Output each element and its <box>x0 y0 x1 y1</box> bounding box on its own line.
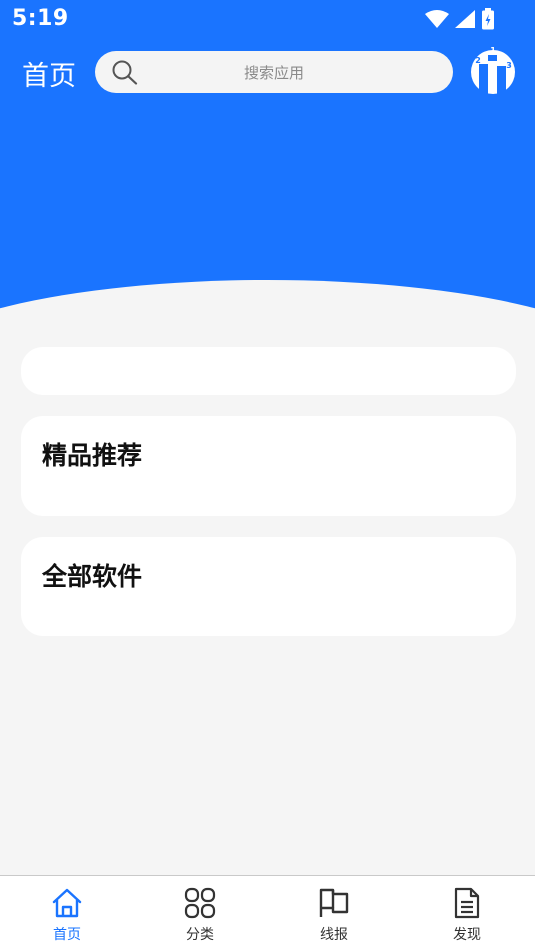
tab-home[interactable]: 首页 <box>0 876 134 952</box>
tab-discover[interactable]: 发现 <box>400 876 534 952</box>
document-icon <box>454 887 480 919</box>
ranking-podium-icon[interactable]: 1 2 3 <box>466 46 518 98</box>
app-header: 首页 搜索应用 1 2 3 <box>0 46 535 98</box>
banner-card[interactable] <box>21 347 516 395</box>
tab-home-label: 首页 <box>53 927 81 943</box>
tab-news-label: 线报 <box>320 927 348 943</box>
page-title: 首页 <box>22 61 76 92</box>
status-time: 5:19 <box>12 6 69 31</box>
tab-discover-label: 发现 <box>453 927 481 943</box>
home-icon <box>52 888 82 918</box>
featured-section: 精品推荐 <box>21 416 516 516</box>
search-placeholder: 搜索应用 <box>243 64 304 82</box>
tab-news[interactable]: 线报 <box>267 876 401 952</box>
tab-category-label: 分类 <box>186 927 214 943</box>
battery-icon <box>482 8 494 30</box>
cellular-signal-icon <box>454 10 475 28</box>
bottom-tab-bar: 首页 分类 线报 发现 <box>0 875 535 952</box>
header-curve <box>0 280 535 322</box>
search-input[interactable]: 搜索应用 <box>95 51 453 93</box>
tab-category[interactable]: 分类 <box>133 876 267 952</box>
all-software-section-title: 全部软件 <box>42 562 143 591</box>
flag-icon <box>319 888 349 917</box>
status-bar: 5:19 <box>0 0 535 38</box>
all-software-section: 全部软件 <box>21 537 516 636</box>
rank-number-2: 2 <box>475 56 481 65</box>
wifi-icon <box>424 10 449 28</box>
status-icons <box>424 8 495 30</box>
featured-section-title: 精品推荐 <box>42 441 143 470</box>
rank-number-3: 3 <box>506 61 512 70</box>
rank-number-1: 1 <box>490 46 496 55</box>
category-grid-icon <box>184 887 216 919</box>
